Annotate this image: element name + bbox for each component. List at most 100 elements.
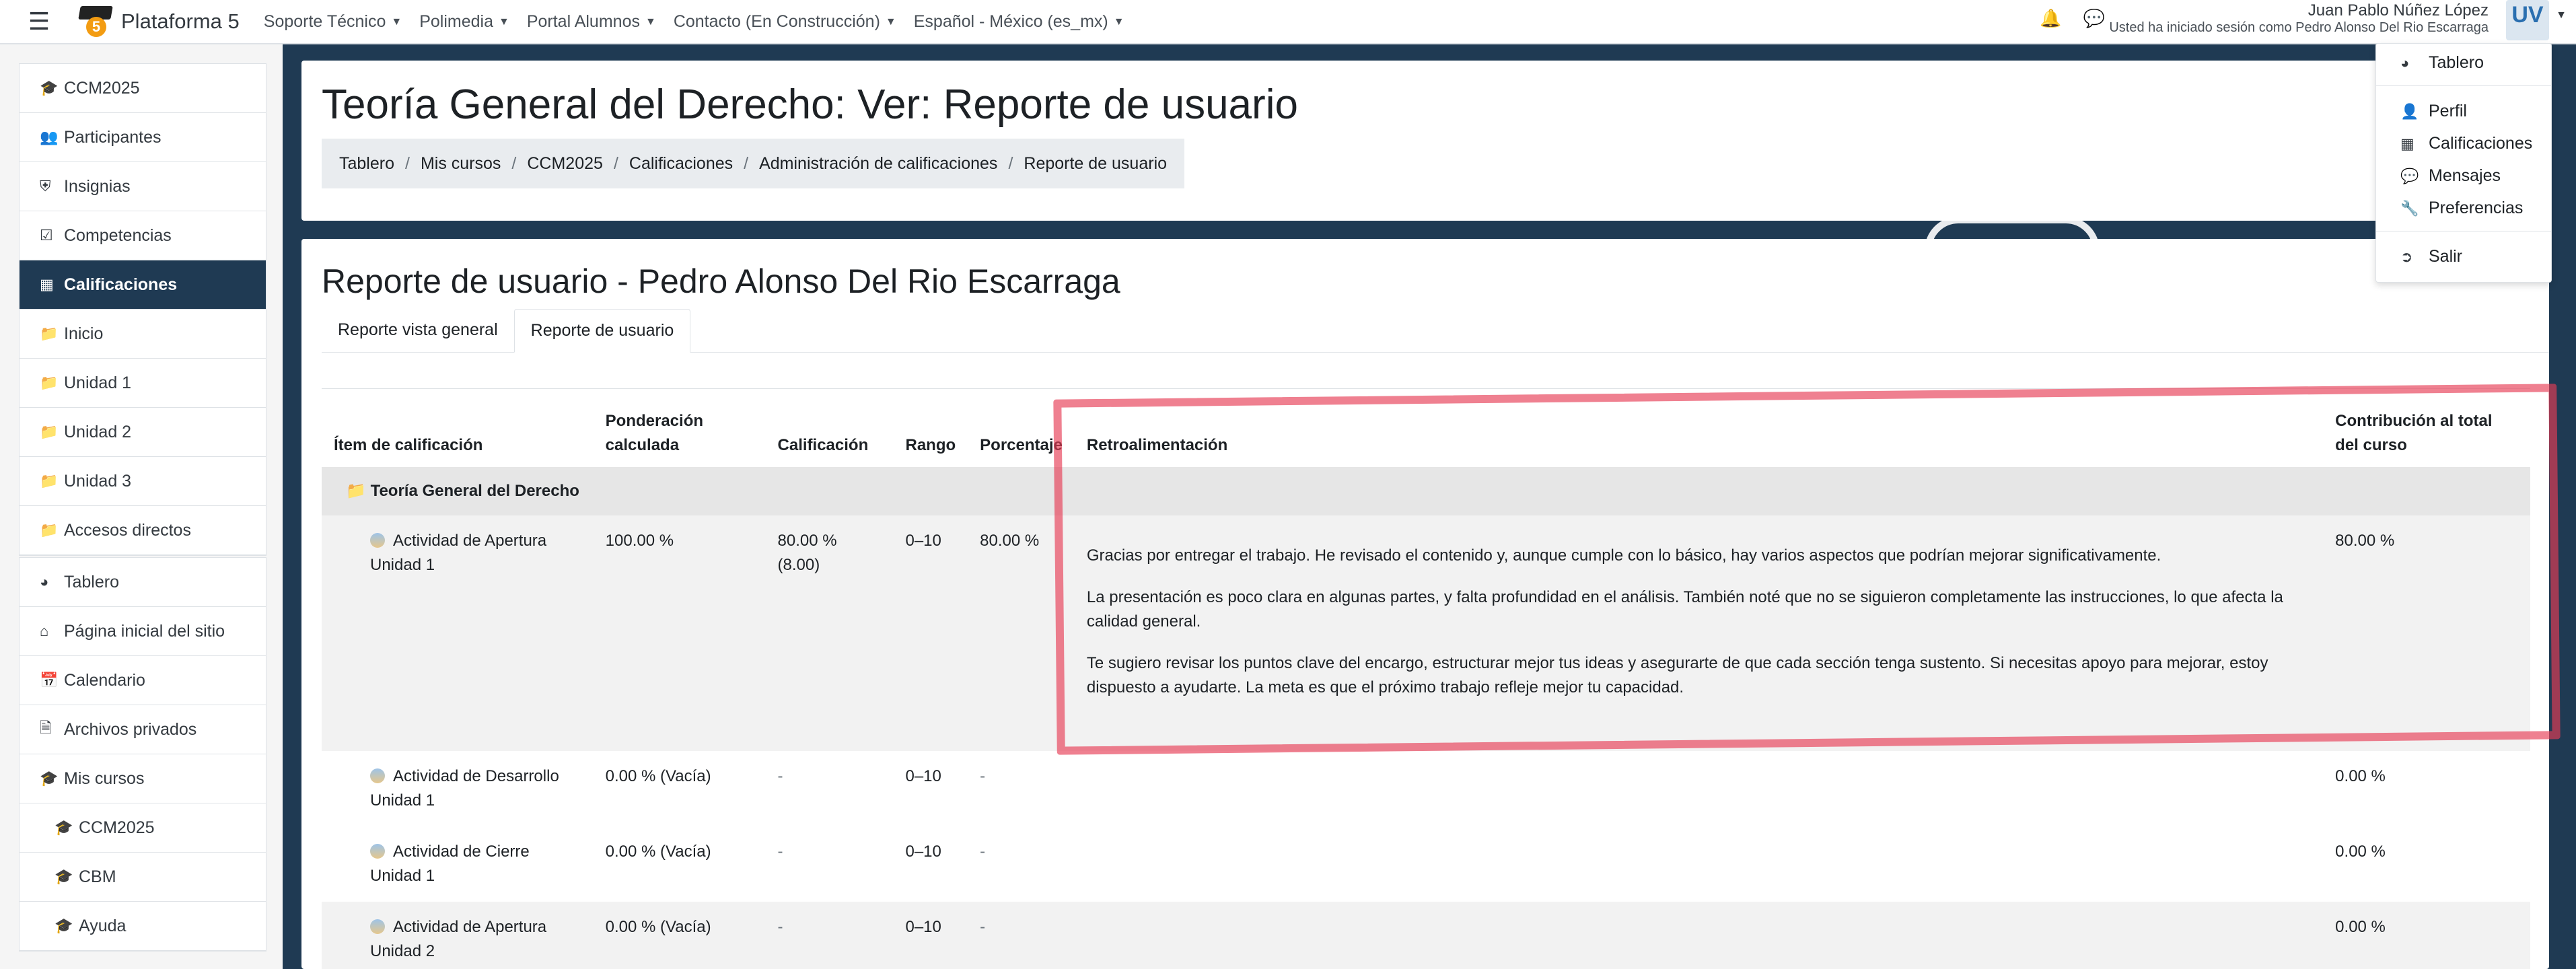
drawer-item-inicio[interactable]: 📁 Inicio	[20, 310, 266, 359]
weight-cell: 0.00 % (Vacía)	[593, 826, 766, 902]
check-square-icon: ☑	[40, 227, 53, 244]
breadcrumb-item[interactable]: Administración de calificaciones	[759, 154, 997, 174]
user-info[interactable]: Juan Pablo Núñez López Usted ha iniciado…	[2109, 1, 2489, 36]
top-navbar: ☰ 5 Plataforma 5 Soporte Técnico ▼ Polime…	[0, 0, 2576, 44]
menu-divider	[2376, 85, 2551, 86]
percentage-cell: -	[968, 826, 1075, 902]
bell-icon[interactable]: 🔔	[2040, 8, 2061, 29]
drawer-item-calendario[interactable]: 📅 Calendario	[20, 656, 266, 705]
contribution-cell: 0.00 %	[2323, 902, 2530, 969]
column-header: Calificación	[765, 388, 894, 467]
user-menu-perfil[interactable]: 👤 Perfil	[2400, 102, 2467, 121]
table-row: Actividad de Apertura Unidad 2 0.00 % (V…	[322, 902, 2530, 969]
table-row: Actividad de Cierre Unidad 1 0.00 % (Vac…	[322, 826, 2530, 902]
menu-icon[interactable]: ☰	[19, 7, 59, 36]
wrench-icon: 🔧	[2400, 199, 2419, 217]
drawer-item-ccm2025[interactable]: 🎓 CCM2025	[20, 803, 266, 853]
column-header: Ponderación calculada	[593, 388, 766, 467]
grades-table: Ítem de calificación Ponderación calcula…	[322, 388, 2530, 969]
brand[interactable]: 5 Plataforma 5	[78, 3, 240, 40]
graduation-cap-icon: 🎓	[40, 79, 59, 96]
course-nav-group: 🎓 CCM2025 👥 Participantes ⛨ Insignias ☑ Comp…	[19, 63, 266, 556]
grade-cell: -	[765, 902, 894, 969]
folder-icon: 📁	[40, 423, 59, 440]
drawer-item-accesos[interactable]: 📁 Accesos directos	[20, 506, 266, 555]
drawer-item-unidad-3[interactable]: 📁 Unidad 3	[20, 457, 266, 506]
home-icon: ⌂	[40, 622, 49, 639]
drawer-item-insignias[interactable]: ⛨ Insignias	[20, 162, 266, 211]
column-header: Porcentaje	[968, 388, 1075, 467]
file-icon: 🗎	[40, 719, 52, 736]
breadcrumb-item[interactable]: Calificaciones	[629, 154, 733, 174]
shield-icon: ⛨	[40, 178, 51, 194]
avatar[interactable]: UV	[2506, 0, 2549, 40]
percentage-cell: -	[968, 902, 1075, 969]
dashboard-icon: ◕	[40, 573, 49, 590]
item-link[interactable]: Actividad de Apertura Unidad 1	[370, 532, 546, 574]
nav-soporte[interactable]: Soporte Técnico ▼	[264, 12, 402, 32]
drawer-item-unidad-1[interactable]: 📁 Unidad 1	[20, 359, 266, 408]
report-tabs: Reporte vista general Reporte de usuario	[322, 309, 2549, 353]
nav-portal-alumnos[interactable]: Portal Alumnos ▼	[527, 12, 656, 32]
user-menu-tablero[interactable]: ◕ Tablero	[2400, 53, 2484, 73]
drawer-item-course[interactable]: 🎓 CCM2025	[20, 64, 266, 113]
chevron-down-icon: ▼	[1113, 15, 1124, 28]
activity-icon	[370, 533, 385, 548]
tab-overview-report[interactable]: Reporte vista general	[322, 309, 514, 351]
breadcrumb-item[interactable]: CCM2025	[527, 154, 603, 174]
dashboard-icon: ◕	[2400, 54, 2410, 71]
drawer-item-unidad-2[interactable]: 📁 Unidad 2	[20, 408, 266, 457]
drawer-item-pagina-inicial[interactable]: ⌂ Página inicial del sitio	[20, 607, 266, 656]
nav-contacto[interactable]: Contacto (En Construcción) ▼	[674, 12, 896, 32]
user-menu-salir[interactable]: ➲ Salir	[2400, 247, 2462, 266]
user-menu-mensajes[interactable]: 💬 Mensajes	[2400, 166, 2501, 186]
drawer-item-mis-cursos[interactable]: 🎓 Mis cursos	[20, 754, 266, 803]
grade-cell: 80.00 % (8.00)	[765, 515, 894, 751]
feedback-cell	[1074, 902, 2324, 969]
drawer-item-competencias[interactable]: ☑ Competencias	[20, 211, 266, 260]
folder-icon: 📁	[40, 325, 59, 342]
activity-icon	[370, 844, 385, 859]
grade-cell: -	[765, 751, 894, 826]
chevron-down-icon: ▼	[498, 15, 509, 28]
weight-cell: 0.00 % (Vacía)	[593, 902, 766, 969]
nav-drawer: 🎓 CCM2025 👥 Participantes ⛨ Insignias ☑ Comp…	[0, 44, 283, 969]
chat-icon[interactable]: 💬	[2083, 8, 2105, 29]
graduation-cap-icon: 🎓	[55, 917, 73, 934]
breadcrumb-item[interactable]: Mis cursos	[421, 154, 501, 174]
graduation-cap-icon: 🎓	[55, 819, 73, 836]
breadcrumb-item[interactable]: Tablero	[339, 154, 394, 174]
nav-polimedia[interactable]: Polimedia ▼	[419, 12, 509, 32]
feedback-cell	[1074, 751, 2324, 826]
drawer-item-tablero[interactable]: ◕ Tablero	[20, 558, 266, 607]
chevron-down-icon[interactable]: ▼	[2556, 9, 2567, 22]
drawer-item-archivos[interactable]: 🗎 Archivos privados	[20, 705, 266, 754]
breadcrumb-item[interactable]: Reporte de usuario	[1024, 154, 1167, 174]
drawer-item-calificaciones[interactable]: ▦ Calificaciones	[20, 260, 266, 310]
item-link[interactable]: Actividad de Apertura Unidad 2	[370, 918, 546, 960]
calendar-icon: 📅	[40, 672, 59, 688]
category-row: 📁 Teoría General del Derecho	[322, 467, 2530, 515]
range-cell: 0–10	[893, 902, 968, 969]
graduation-cap-icon: 🎓	[40, 770, 59, 787]
item-link[interactable]: Actividad de Cierre Unidad 1	[370, 842, 530, 885]
drawer-item-cbm[interactable]: 🎓 CBM	[20, 853, 266, 902]
user-dropdown-menu: ◕ Tablero 👤 Perfil ▦ Calificaciones 💬 Mensaj…	[2375, 43, 2552, 283]
nav-language[interactable]: Español - México (es_mx) ▼	[914, 12, 1124, 32]
column-header: Rango	[893, 388, 968, 467]
report-title: Reporte de usuario - Pedro Alonso Del Ri…	[322, 262, 1120, 300]
item-link[interactable]: Actividad de Desarrollo Unidad 1	[370, 767, 559, 810]
range-cell: 0–10	[893, 826, 968, 902]
user-menu-preferencias[interactable]: 🔧 Preferencias	[2400, 199, 2523, 218]
chevron-down-icon: ▼	[885, 15, 896, 28]
feedback-paragraph: Te sugiero revisar los puntos clave del …	[1086, 654, 2268, 696]
user-name: Juan Pablo Núñez López	[2307, 1, 2489, 20]
drawer-item-ayuda[interactable]: 🎓 Ayuda	[20, 902, 266, 951]
users-icon: 👥	[40, 129, 59, 145]
user-menu-calificaciones[interactable]: ▦ Calificaciones	[2400, 134, 2532, 153]
feedback-paragraph: La presentación es poco clara en algunas…	[1086, 588, 2283, 631]
nav-menu: Soporte Técnico ▼ Polimedia ▼ Portal Alumn…	[264, 12, 1142, 32]
tab-user-report[interactable]: Reporte de usuario	[513, 309, 691, 353]
drawer-item-participantes[interactable]: 👥 Participantes	[20, 113, 266, 162]
folder-icon: 📁	[40, 522, 59, 538]
